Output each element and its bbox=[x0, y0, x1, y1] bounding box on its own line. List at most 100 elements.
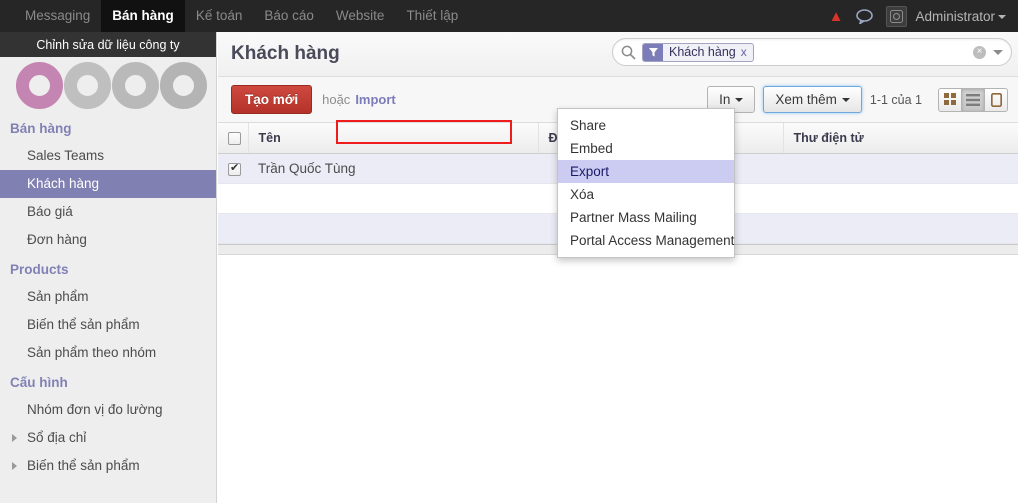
sidebar-section-label: Bán hàng bbox=[10, 121, 72, 136]
topnav-label: Báo cáo bbox=[264, 8, 314, 23]
form-view-button[interactable] bbox=[984, 87, 1008, 112]
sidebar-item-khach-hang[interactable]: Khách hàng bbox=[0, 170, 216, 198]
sidebar-section-products: Products bbox=[0, 254, 216, 283]
search-icon bbox=[621, 45, 636, 60]
menu-item-embed[interactable]: Embed bbox=[558, 137, 734, 160]
sidebar-section-ban-hang: Bán hàng bbox=[0, 113, 216, 142]
sidebar-item-label: Sổ địa chỉ bbox=[27, 430, 87, 445]
company-banner-label: Chỉnh sửa dữ liệu công ty bbox=[36, 37, 180, 52]
logo-ring-1 bbox=[16, 61, 63, 109]
content-header: Khách hàng Khách hàng x × bbox=[218, 32, 1018, 77]
more-label: Xem thêm bbox=[775, 92, 837, 107]
kanban-view-button[interactable] bbox=[938, 87, 962, 112]
view-switcher bbox=[938, 87, 1008, 112]
sidebar-item-bien-the-san-pham[interactable]: Biến thể sản phẩm bbox=[0, 311, 216, 339]
chevron-down-icon bbox=[998, 14, 1006, 19]
clear-circle-icon[interactable]: × bbox=[973, 45, 986, 59]
user-name-label: Administrator bbox=[915, 8, 995, 24]
topnav-label: Bán hàng bbox=[112, 8, 174, 23]
search-view[interactable]: Khách hàng x × bbox=[612, 38, 1012, 66]
sidebar-item-label: Sales Teams bbox=[27, 148, 105, 163]
menu-item-share[interactable]: Share bbox=[558, 114, 734, 137]
chevron-right-icon bbox=[12, 462, 17, 470]
odoo-logo[interactable] bbox=[0, 57, 216, 113]
chevron-down-icon[interactable] bbox=[993, 49, 1003, 55]
topnav-label: Thiết lập bbox=[406, 8, 459, 23]
control-panel-right: In Xem thêm 1-1 của 1 bbox=[707, 86, 1008, 113]
empty-cell bbox=[218, 213, 248, 245]
chat-bubble-icon[interactable] bbox=[856, 8, 874, 24]
sidebar-item-label: Khách hàng bbox=[27, 176, 100, 191]
topnav-item-thiet-lap[interactable]: Thiết lập bbox=[395, 0, 469, 32]
edit-company-data-banner[interactable]: Chỉnh sửa dữ liệu công ty bbox=[0, 32, 216, 57]
menu-item-portal-access-management[interactable]: Portal Access Management bbox=[558, 229, 734, 252]
empty-cell bbox=[248, 213, 538, 245]
topnav-item-ban-hang[interactable]: Bán hàng bbox=[101, 0, 185, 32]
page-title: Khách hàng bbox=[231, 43, 340, 64]
topbar-right-tools: ▲ Administrator bbox=[829, 0, 1018, 32]
sidebar-item-sales-teams[interactable]: Sales Teams bbox=[0, 142, 216, 170]
cell-thu-dien-tu bbox=[783, 153, 1018, 185]
select-all-checkbox[interactable] bbox=[228, 132, 241, 146]
empty-cell bbox=[783, 213, 1018, 245]
user-menu-button[interactable]: Administrator bbox=[915, 9, 1006, 24]
search-facet-label: Khách hàng bbox=[669, 44, 736, 59]
funnel-filter-icon bbox=[643, 43, 663, 61]
column-header-ten[interactable]: Tên bbox=[248, 123, 539, 155]
search-facet-remove-icon[interactable]: x bbox=[741, 45, 753, 59]
list-view-button[interactable] bbox=[961, 87, 985, 112]
sidebar-section-cau-hinh: Cấu hình bbox=[0, 367, 216, 396]
sidebar-section-label: Cấu hình bbox=[10, 375, 68, 390]
topnav-item-messaging[interactable]: Messaging bbox=[14, 0, 101, 32]
main-content: Khách hàng Khách hàng x × Tạo mới hoặc I… bbox=[218, 32, 1018, 503]
sidebar-section-label: Products bbox=[10, 262, 69, 277]
sidebar-item-label: Nhóm đơn vị đo lường bbox=[27, 402, 163, 417]
topnav-item-bao-cao[interactable]: Báo cáo bbox=[253, 0, 325, 32]
print-label: In bbox=[719, 92, 731, 107]
sidebar-item-label: Sản phẩm theo nhóm bbox=[27, 345, 157, 360]
empty-cell bbox=[218, 183, 248, 215]
import-link[interactable]: Import bbox=[355, 92, 395, 107]
chevron-down-icon bbox=[841, 98, 850, 103]
topnav-item-ke-toan[interactable]: Kế toán bbox=[185, 0, 254, 32]
column-header-thu-dien-tu[interactable]: Thư điện tử bbox=[783, 123, 1018, 155]
menu-item-xoa[interactable]: Xóa bbox=[558, 183, 734, 206]
chevron-right-icon bbox=[12, 434, 17, 442]
topnav-label: Kế toán bbox=[195, 8, 243, 23]
create-button[interactable]: Tạo mới bbox=[231, 85, 313, 114]
logo-ring-3 bbox=[112, 61, 159, 109]
cell-ten: Trần Quốc Tùng bbox=[248, 153, 538, 185]
search-facet-khach-hang[interactable]: Khách hàng x bbox=[642, 42, 754, 62]
topnav-item-website[interactable]: Website bbox=[325, 0, 396, 32]
chevron-down-icon bbox=[735, 98, 744, 103]
sidebar-item-nhom-don-vi-do-luong[interactable]: Nhóm đơn vị đo lường bbox=[0, 396, 216, 424]
sidebar-item-label: Sản phẩm bbox=[27, 289, 89, 304]
sidebar-item-label: Đơn hàng bbox=[27, 232, 87, 247]
sidebar-item-san-pham-theo-nhom[interactable]: Sản phẩm theo nhóm bbox=[0, 339, 216, 367]
or-label: hoặc bbox=[322, 92, 351, 107]
sidebar: Chỉnh sửa dữ liệu công ty Bán hàng Sales… bbox=[0, 32, 217, 503]
warning-triangle-icon[interactable]: ▲ bbox=[829, 9, 844, 24]
pager[interactable]: 1-1 của 1 bbox=[870, 93, 922, 107]
topnav-label: Website bbox=[335, 8, 385, 23]
empty-cell bbox=[248, 183, 538, 215]
more-dropdown-button[interactable]: Xem thêm bbox=[763, 86, 862, 113]
sidebar-item-label: Báo giá bbox=[27, 204, 73, 219]
sidebar-item-bien-the-san-pham-config[interactable]: Biến thể sản phẩm bbox=[0, 452, 216, 480]
row-checkbox[interactable] bbox=[228, 161, 241, 177]
logo-ring-4 bbox=[160, 61, 207, 109]
row-select-cell bbox=[218, 153, 248, 185]
sidebar-item-so-dia-chi[interactable]: Sổ địa chỉ bbox=[0, 424, 216, 452]
sidebar-item-san-pham[interactable]: Sản phẩm bbox=[0, 283, 216, 311]
avatar[interactable] bbox=[886, 5, 908, 27]
sidebar-item-label: Biến thể sản phẩm bbox=[27, 317, 140, 332]
more-dropdown-menu: Share Embed Export Xóa Partner Mass Mail… bbox=[557, 108, 735, 258]
topnav-label: Messaging bbox=[25, 8, 91, 23]
main-menu: Messaging Bán hàng Kế toán Báo cáo Websi… bbox=[0, 0, 469, 32]
menu-item-export[interactable]: Export bbox=[558, 160, 734, 183]
sidebar-item-bao-gia[interactable]: Báo giá bbox=[0, 198, 216, 226]
select-all-header bbox=[218, 123, 249, 155]
sidebar-item-don-hang[interactable]: Đơn hàng bbox=[0, 226, 216, 254]
top-navigation-bar: Messaging Bán hàng Kế toán Báo cáo Websi… bbox=[0, 0, 1018, 32]
menu-item-partner-mass-mailing[interactable]: Partner Mass Mailing bbox=[558, 206, 734, 229]
